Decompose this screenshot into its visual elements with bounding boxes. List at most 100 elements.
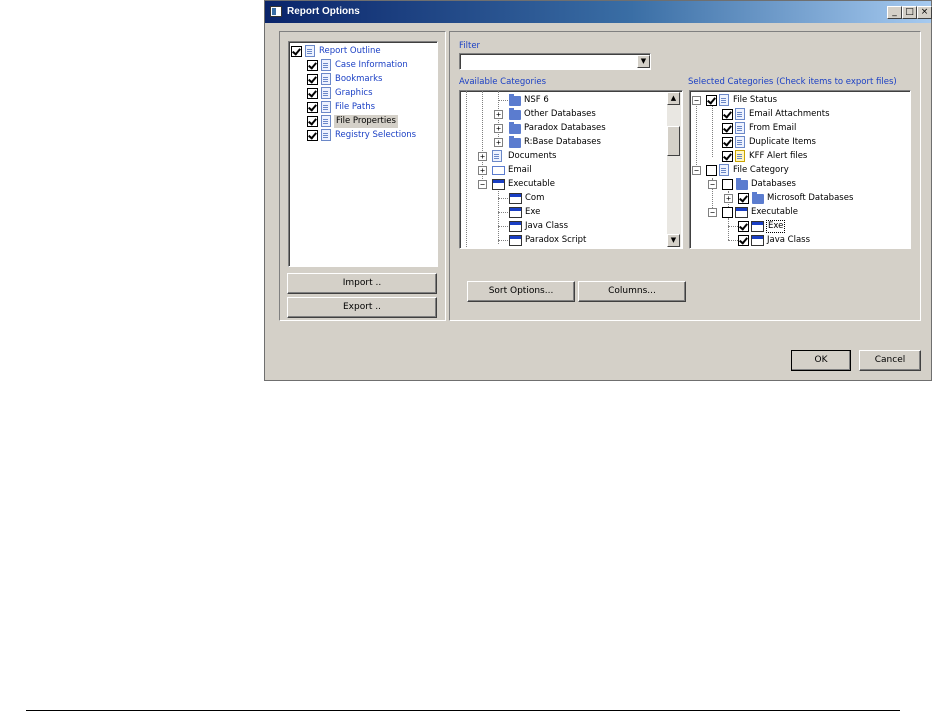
checkbox[interactable] [706, 165, 717, 176]
executable-icon [509, 235, 522, 246]
selected-label: From Email [749, 123, 797, 133]
selected-label: File Status [733, 95, 778, 105]
checkbox[interactable] [307, 116, 318, 127]
page-divider [26, 710, 900, 711]
database-icon [509, 122, 521, 134]
document-icon [492, 150, 502, 162]
scroll-up-icon[interactable]: ▲ [667, 92, 680, 105]
expand-icon[interactable]: + [494, 124, 503, 133]
checkbox[interactable] [738, 221, 749, 232]
outline-item-label: Bookmarks [335, 74, 383, 84]
checkbox[interactable] [722, 109, 733, 120]
selected-label: File Category [733, 165, 789, 175]
collapse-icon[interactable]: − [708, 180, 717, 189]
dropdown-arrow-icon[interactable]: ▼ [637, 55, 650, 68]
selected-categories-tree[interactable]: − File Status Email Attachments From Ema… [689, 90, 911, 249]
outline-item-label-selected: File Properties [334, 115, 398, 128]
import-button[interactable]: Import .. [287, 273, 437, 294]
cancel-button[interactable]: Cancel [859, 350, 921, 371]
tree-line [696, 101, 697, 171]
executable-icon [509, 207, 522, 218]
document-icon [305, 45, 315, 57]
category-label: NSF 6 [524, 95, 549, 105]
category-label: Com [525, 193, 545, 203]
checkbox[interactable] [307, 102, 318, 113]
attachment-icon [735, 108, 745, 120]
expand-icon[interactable]: + [494, 138, 503, 147]
scroll-thumb[interactable] [667, 126, 680, 156]
checkbox[interactable] [706, 95, 717, 106]
title-bar[interactable]: Report Options _ □ × [265, 1, 932, 23]
tree-line [498, 240, 508, 241]
checkbox[interactable] [722, 151, 733, 162]
collapse-icon[interactable]: − [478, 180, 487, 189]
document-icon [321, 73, 331, 85]
category-label: Paradox Databases [524, 123, 606, 133]
tree-line [728, 218, 729, 240]
expand-icon[interactable]: + [494, 110, 503, 119]
email-icon [492, 166, 505, 175]
document-icon [321, 87, 331, 99]
database-icon [509, 108, 521, 120]
outline-item-label: Graphics [335, 88, 373, 98]
collapse-icon[interactable]: − [692, 96, 701, 105]
expand-icon[interactable]: + [724, 194, 733, 203]
report-outline-tree[interactable]: Report Outline Case Information Bookmark… [288, 41, 438, 267]
checkbox[interactable] [307, 130, 318, 141]
checkbox[interactable] [738, 235, 749, 246]
filter-combobox[interactable]: ▼ [459, 53, 651, 70]
scroll-down-icon[interactable]: ▼ [667, 234, 680, 247]
outline-item-label: Registry Selections [335, 130, 417, 140]
tree-line [498, 188, 499, 244]
minimize-button[interactable]: _ [887, 6, 902, 19]
category-label: Documents [508, 151, 557, 161]
executable-icon [509, 193, 522, 204]
category-label: Other Databases [524, 109, 596, 119]
maximize-button[interactable]: □ [902, 6, 917, 19]
expand-icon[interactable]: + [478, 152, 487, 161]
database-icon [509, 136, 521, 148]
outline-item-label: Case Information [335, 60, 408, 70]
executable-icon [509, 221, 522, 232]
columns-button[interactable]: Columns... [578, 281, 686, 302]
checkbox[interactable] [738, 193, 749, 204]
checkbox[interactable] [307, 88, 318, 99]
database-icon [752, 192, 764, 204]
category-label: Paradox Script [525, 235, 587, 245]
selected-label-focused: Exe [766, 220, 786, 233]
document-icon [321, 59, 331, 71]
selected-label: Duplicate Items [749, 137, 816, 147]
checkbox[interactable] [291, 46, 302, 57]
file-status-icon [719, 94, 729, 106]
selected-label: Executable [751, 207, 798, 217]
category-label: Exe [525, 207, 541, 217]
checkbox[interactable] [307, 74, 318, 85]
available-categories-tree[interactable]: NSF 6 + Other Databases + Paradox Databa… [459, 90, 683, 249]
document-icon [321, 129, 331, 141]
database-icon [736, 178, 748, 190]
executable-icon [735, 207, 748, 218]
checkbox[interactable] [722, 137, 733, 148]
selected-label: KFF Alert files [749, 151, 808, 161]
collapse-icon[interactable]: − [692, 166, 701, 175]
close-button[interactable]: × [917, 6, 932, 19]
tree-line [498, 100, 508, 101]
database-icon [509, 94, 521, 106]
expand-icon[interactable]: + [478, 166, 487, 175]
sort-options-button[interactable]: Sort Options... [467, 281, 575, 302]
selected-label: Email Attachments [749, 109, 830, 119]
checkbox[interactable] [722, 207, 733, 218]
document-icon [321, 115, 331, 127]
vertical-scrollbar[interactable]: ▲ ▼ [667, 92, 681, 247]
checkbox[interactable] [307, 60, 318, 71]
collapse-icon[interactable]: − [708, 208, 717, 217]
checkbox[interactable] [722, 179, 733, 190]
checkbox[interactable] [722, 123, 733, 134]
selected-label: Java Class [767, 235, 811, 245]
ok-button[interactable]: OK [791, 350, 851, 371]
tree-line [712, 101, 713, 157]
executable-icon [751, 235, 764, 246]
email-icon [735, 122, 745, 134]
outline-item-label: File Paths [335, 102, 376, 112]
export-button[interactable]: Export .. [287, 297, 437, 318]
